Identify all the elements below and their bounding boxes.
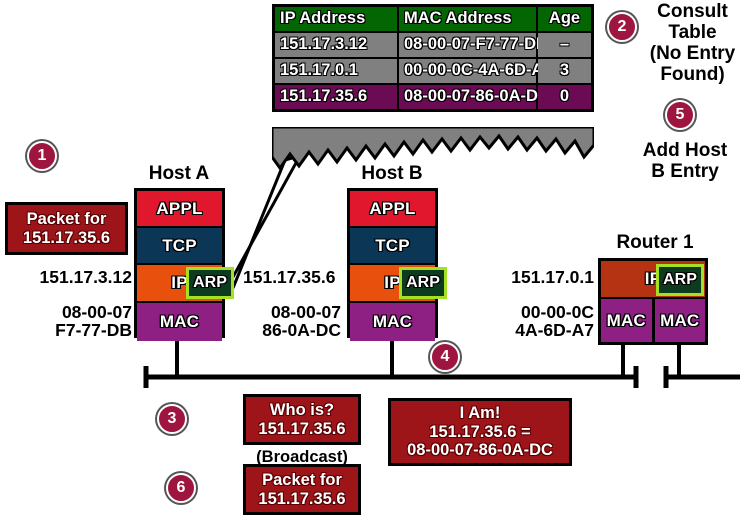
packet-top-line1: Packet for (26, 209, 107, 228)
add-host-b-entry-annotation: Add Host B Entry (630, 140, 740, 183)
packet-for-message-top: Packet for 151.17.35.6 (5, 202, 128, 255)
who-is-line1: Who is? (269, 400, 335, 419)
table-row-highlighted: 151.17.35.6 08-00-07-86-0A-DC 0 (275, 84, 591, 109)
host-a-stack: APPL TCP IP MAC (134, 188, 225, 341)
cell-ip: 151.17.3.12 (275, 32, 399, 59)
host-a-title: Host A (148, 163, 210, 184)
consult-line2: Table (668, 21, 717, 43)
step-badge-6: 6 (166, 473, 196, 503)
host-a-layer-tcp: TCP (137, 228, 222, 265)
consult-table-annotation: Consult Table (No Entry Found) (645, 1, 740, 86)
router-layer-mac-left: MAC (601, 299, 655, 342)
host-b-mac-label-line2: 86-0A-DC (262, 320, 341, 340)
router-mac-row: MAC MAC (601, 299, 705, 342)
add-entry-line2: B Entry (651, 160, 719, 182)
i-am-line1: I Am! (459, 403, 501, 422)
host-a-ip-label: 151.17.3.12 (39, 267, 132, 287)
table-row: 151.17.0.1 00-00-0C-4A-6D-A7 3 (275, 58, 591, 85)
host-b-ip-label: 151.17.35.6 (243, 267, 336, 287)
arp-cache-table: IP Address MAC Address Age 151.17.3.12 0… (272, 4, 594, 112)
arp-diagram: IP Address MAC Address Age 151.17.3.12 0… (0, 0, 740, 516)
cell-mac: 00-00-0C-4A-6D-A7 (399, 58, 553, 85)
cell-ip: 151.17.35.6 (275, 84, 399, 109)
cell-ip: 151.17.0.1 (275, 58, 399, 85)
step-badge-3: 3 (157, 404, 187, 434)
who-is-message: Who is? 151.17.35.6 (243, 394, 361, 445)
step-badge-1: 1 (27, 141, 57, 171)
step-badge-2: 2 (607, 12, 637, 42)
i-am-message: I Am! 151.17.35.6 = 08-00-07-86-0A-DC (388, 398, 572, 466)
header-mac-address: MAC Address (399, 7, 538, 33)
step-badge-4: 4 (430, 342, 460, 372)
table-header-row: IP Address MAC Address Age (275, 7, 591, 33)
host-a-arp-box: ARP (186, 267, 234, 299)
who-is-line2: 151.17.35.6 (258, 419, 346, 438)
host-a-mac-label-line2: F7-77-DB (55, 320, 132, 340)
consult-line3: (No Entry (649, 42, 736, 64)
consult-line4: Found) (660, 63, 725, 85)
router-title: Router 1 (616, 232, 694, 253)
add-entry-line1: Add Host (642, 140, 728, 161)
packet-top-line2: 151.17.35.6 (22, 228, 111, 247)
host-a-layer-appl: APPL (137, 191, 222, 228)
router-mac-label-line2: 4A-6D-A7 (515, 320, 594, 340)
table-row: 151.17.3.12 08-00-07-F7-77-DB – (275, 32, 591, 59)
cell-age: 3 (538, 58, 591, 85)
host-b-arp-box: ARP (399, 267, 447, 299)
consult-line1: Consult (657, 1, 728, 22)
host-b-layer-appl: APPL (350, 191, 435, 228)
host-b-layer-mac: MAC (350, 303, 435, 341)
cell-age: 0 (538, 84, 591, 109)
i-am-line3: 08-00-07-86-0A-DC (407, 441, 553, 460)
packet-for-message-bottom: Packet for 151.17.35.6 (243, 464, 361, 515)
cell-age: – (538, 32, 591, 59)
header-age: Age (538, 7, 591, 33)
packet-bottom-line2: 151.17.35.6 (258, 489, 346, 508)
router-arp-box: ARP (656, 264, 704, 296)
header-ip-address: IP Address (275, 7, 399, 33)
step-badge-5: 5 (665, 100, 695, 130)
packet-bottom-line1: Packet for (262, 470, 342, 489)
host-b-layer-tcp: TCP (350, 228, 435, 265)
i-am-line2: 151.17.35.6 = (429, 422, 531, 441)
host-b-title: Host B (361, 163, 423, 184)
host-b-stack: APPL TCP IP MAC (347, 188, 438, 341)
host-a-layer-mac: MAC (137, 303, 222, 341)
cell-mac: 08-00-07-86-0A-DC (399, 84, 550, 109)
cell-mac: 08-00-07-F7-77-DB (399, 32, 548, 59)
router-layer-mac-right: MAC (654, 299, 705, 342)
router-ip-label: 151.17.0.1 (511, 267, 594, 287)
